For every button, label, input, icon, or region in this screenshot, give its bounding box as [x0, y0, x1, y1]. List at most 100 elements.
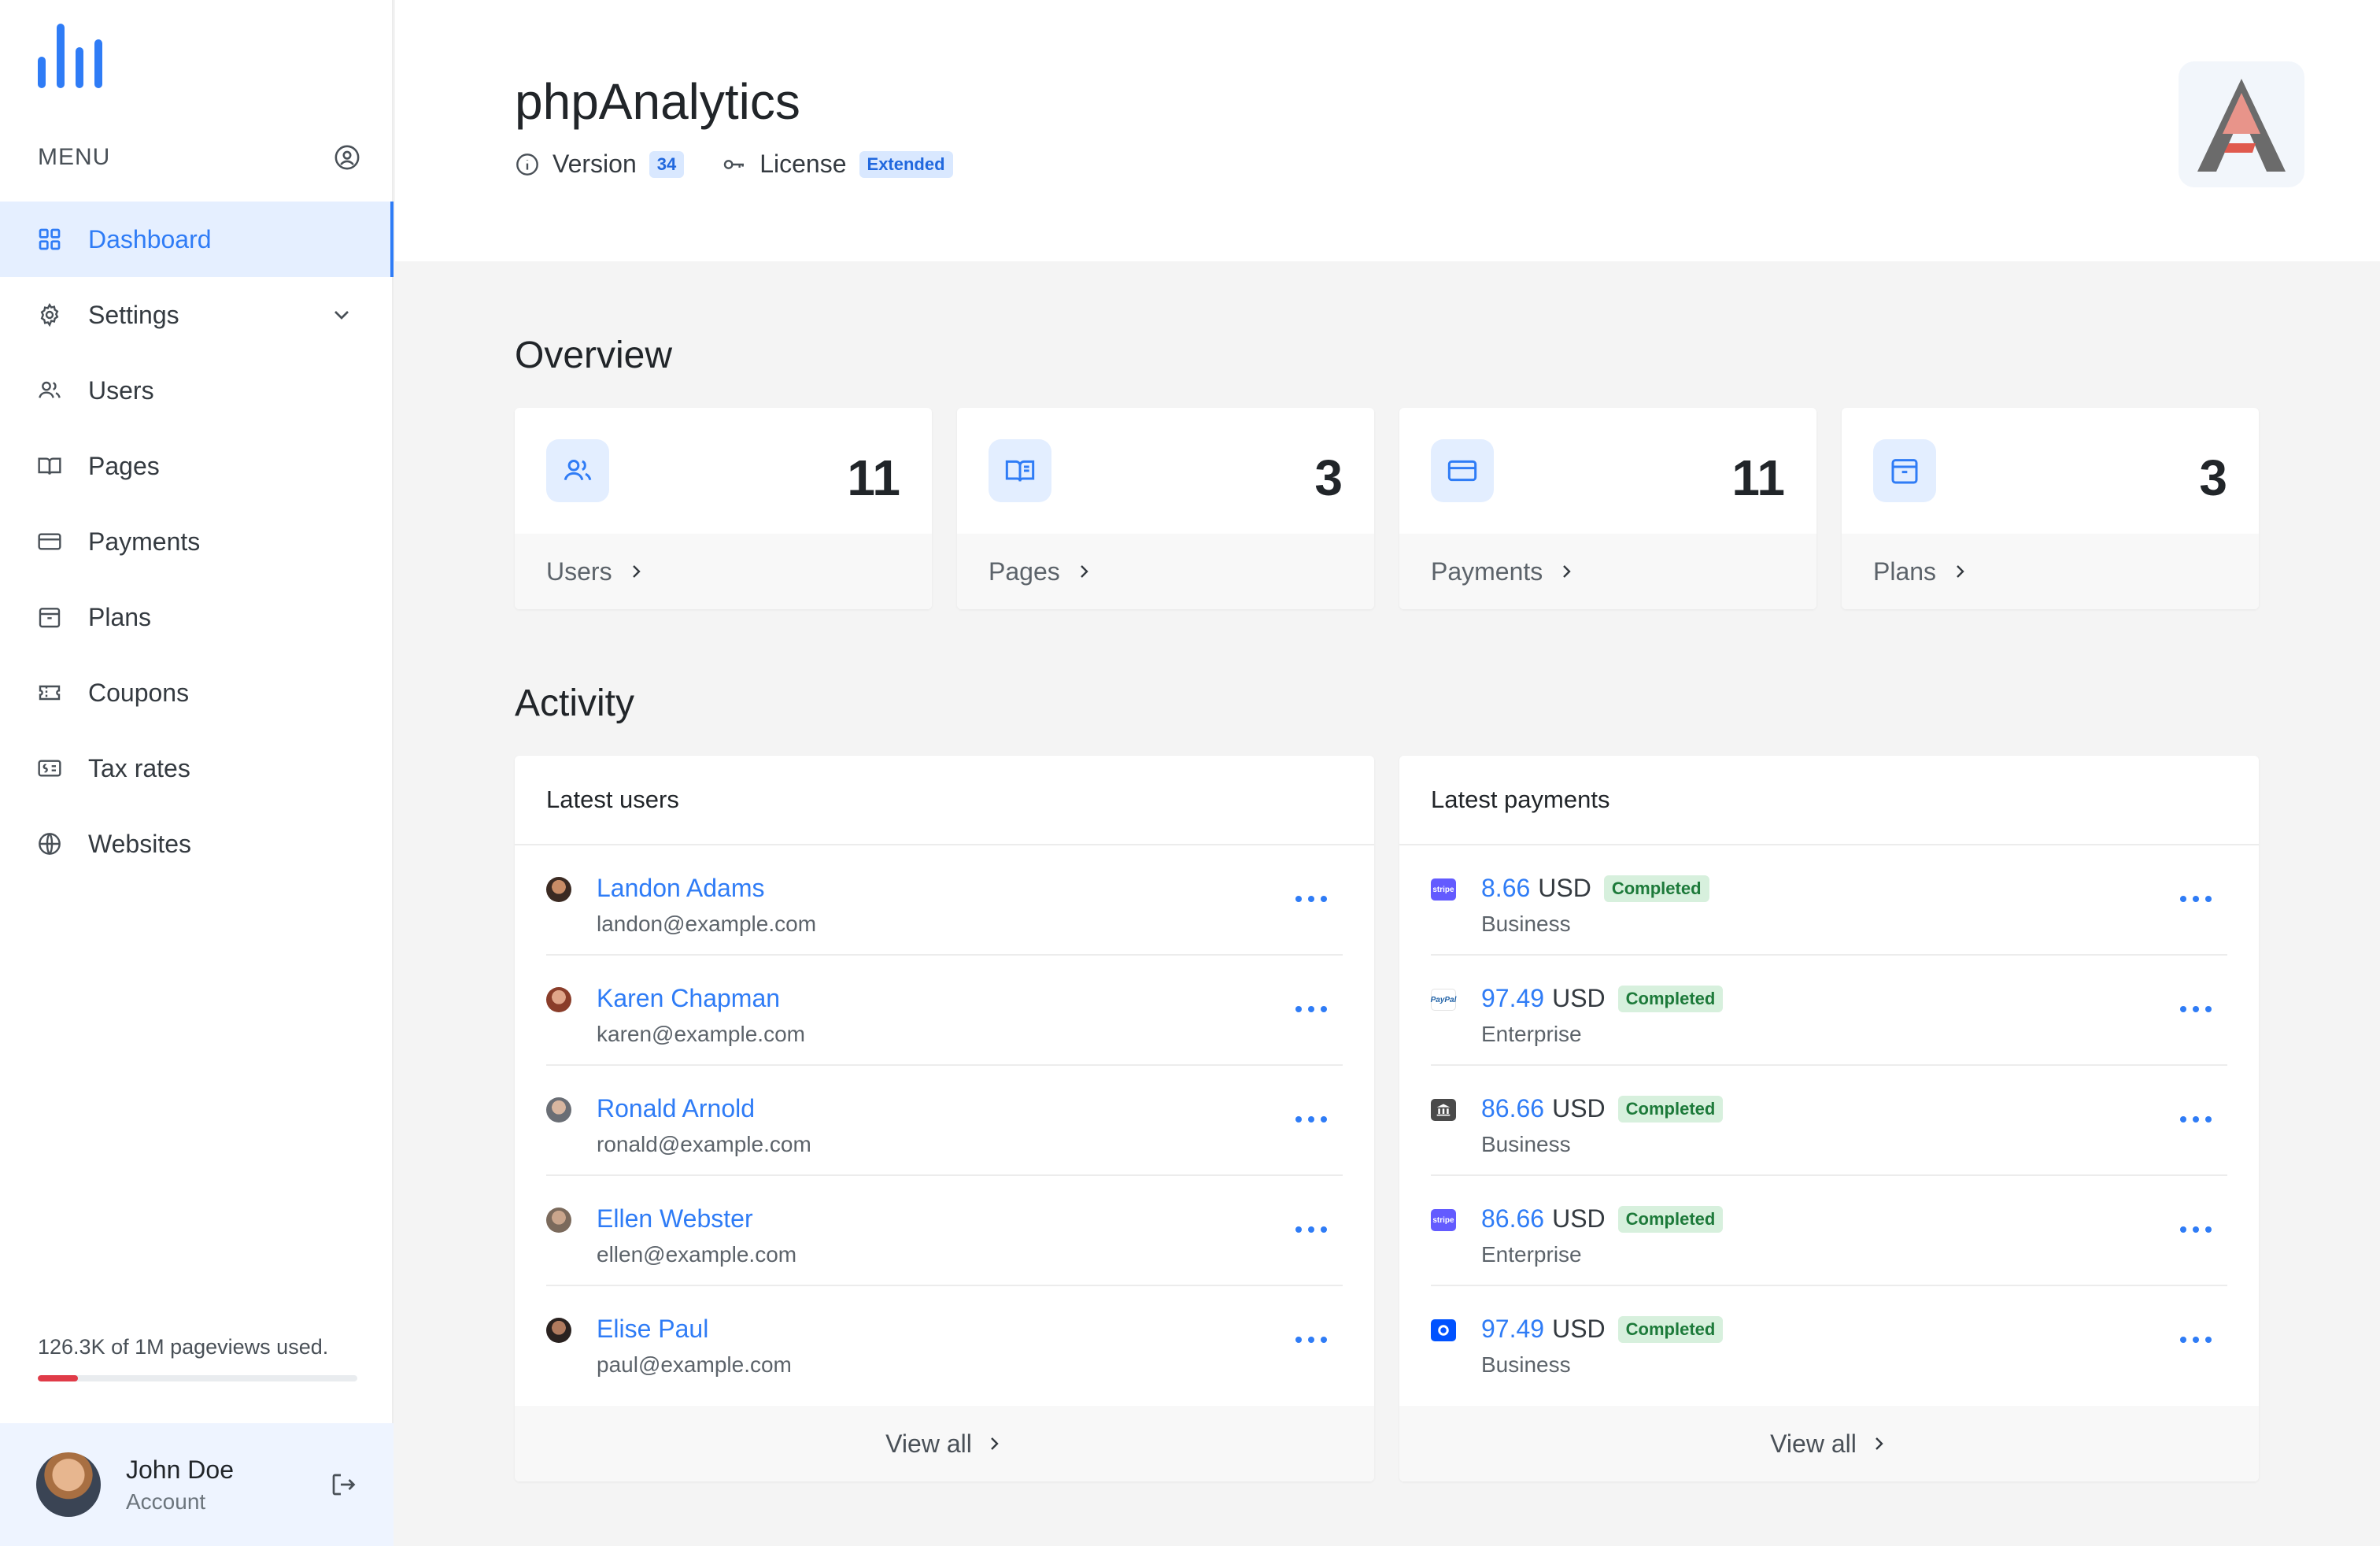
license-label: License — [759, 150, 847, 178]
sidebar-item-settings[interactable]: Settings — [0, 277, 394, 353]
payment-amount: 97.49 — [1481, 1315, 1545, 1343]
avatar — [546, 1208, 571, 1233]
user-name-link[interactable]: Elise Paul — [597, 1315, 708, 1344]
menu-label: MENU — [38, 144, 111, 170]
chevron-down-icon[interactable] — [329, 302, 354, 327]
account-subtitle: Account — [126, 1489, 206, 1514]
chevron-right-icon — [1957, 565, 1964, 578]
list-item: Elise Paul paul@example.com — [546, 1286, 1343, 1396]
more-options-icon[interactable] — [2180, 890, 2212, 908]
sidebar-item-websites[interactable]: Websites — [0, 806, 394, 882]
credit-card-icon — [1431, 439, 1494, 502]
usage-text: 126.3K of 1M pageviews used. — [38, 1335, 329, 1359]
user-name-link[interactable]: Ronald Arnold — [597, 1094, 755, 1123]
view-all-label: View all — [1770, 1429, 1857, 1458]
usage-progress-fill — [38, 1375, 79, 1381]
payment-plan: Business — [1481, 1352, 1571, 1377]
more-options-icon[interactable] — [1295, 1000, 1327, 1019]
stat-link[interactable]: Users — [515, 534, 932, 609]
payment-amount-link[interactable]: 97.49 USD Completed — [1481, 984, 1724, 1013]
user-circle-icon[interactable] — [334, 144, 360, 171]
tax-icon — [36, 755, 63, 782]
user-name-link[interactable]: Landon Adams — [597, 874, 765, 903]
menu-header: MENU — [38, 139, 360, 176]
payment-amount-link[interactable]: 8.66 USD Completed — [1481, 874, 1709, 903]
users-list: Landon Adams landon@example.com Karen Ch… — [515, 845, 1374, 1396]
more-options-icon[interactable] — [2180, 1000, 2212, 1019]
payment-amount-link[interactable]: 86.66 USD Completed — [1481, 1204, 1724, 1233]
chevron-right-icon — [1875, 1437, 1883, 1450]
account-panel[interactable]: John Doe Account — [0, 1423, 394, 1546]
paypal-icon: PayPal — [1431, 989, 1456, 1011]
pageview-usage: 126.3K of 1M pageviews used. — [38, 1335, 357, 1381]
stat-link[interactable]: Plans — [1842, 534, 2259, 609]
more-options-icon[interactable] — [2180, 1220, 2212, 1239]
stat-card-plans[interactable]: 3 Plans — [1842, 408, 2259, 609]
logo-icon[interactable] — [38, 24, 104, 88]
stat-link[interactable]: Payments — [1399, 534, 1816, 609]
sidebar-item-label: Settings — [88, 300, 179, 329]
payment-amount-link[interactable]: 97.49 USD Completed — [1481, 1315, 1724, 1344]
stat-label: Payments — [1431, 557, 1543, 586]
avatar — [546, 987, 571, 1012]
list-item: stripe 86.66 USD Completed Enterprise — [1431, 1176, 2227, 1286]
payment-currency: USD — [1538, 874, 1591, 902]
dashboard-icon — [36, 226, 63, 253]
stat-link[interactable]: Pages — [957, 534, 1374, 609]
sidebar-item-label: Websites — [88, 829, 192, 858]
more-options-icon[interactable] — [2180, 1330, 2212, 1349]
package-icon — [36, 604, 63, 631]
stat-value: 11 — [847, 449, 900, 506]
logout-icon[interactable] — [329, 1470, 357, 1499]
payment-amount: 86.66 — [1481, 1094, 1545, 1123]
avatar — [546, 877, 571, 902]
user-name-link[interactable]: Karen Chapman — [597, 984, 780, 1013]
chevron-right-icon — [632, 565, 641, 578]
book-icon — [989, 439, 1051, 502]
version-label: Version — [552, 150, 637, 178]
credit-card-icon — [36, 528, 63, 555]
coinbase-icon — [1431, 1319, 1456, 1341]
more-options-icon[interactable] — [2180, 1110, 2212, 1129]
sidebar-item-label: Tax rates — [88, 753, 190, 782]
sidebar-item-plans[interactable]: Plans — [0, 579, 394, 655]
user-name-link[interactable]: Ellen Webster — [597, 1204, 753, 1233]
stat-card-pages[interactable]: 3 Pages — [957, 408, 1374, 609]
activity-title: Activity — [515, 682, 635, 724]
more-options-icon[interactable] — [1295, 1330, 1327, 1349]
gear-icon — [36, 301, 63, 328]
users-icon — [546, 439, 609, 502]
sidebar-item-pages[interactable]: Pages — [0, 428, 394, 504]
list-item: Ronald Arnold ronald@example.com — [546, 1066, 1343, 1176]
status-badge: Completed — [1617, 985, 1724, 1012]
stat-value: 11 — [1731, 449, 1785, 506]
view-all-payments-button[interactable]: View all — [1399, 1406, 2259, 1481]
sidebar-item-users[interactable]: Users — [0, 353, 394, 428]
more-options-icon[interactable] — [1295, 890, 1327, 908]
avatar[interactable] — [36, 1452, 101, 1517]
stat-label: Pages — [989, 557, 1060, 586]
sidebar-item-payments[interactable]: Payments — [0, 504, 394, 579]
payment-plan: Business — [1481, 912, 1571, 936]
version-badge: 34 — [649, 150, 685, 178]
version-license-meta: Version 34 License Extended — [515, 150, 953, 179]
payment-currency: USD — [1552, 1094, 1606, 1123]
list-item: 86.66 USD Completed Business — [1431, 1066, 2227, 1176]
account-name: John Doe — [126, 1455, 234, 1484]
payment-amount-link[interactable]: 86.66 USD Completed — [1481, 1094, 1724, 1123]
stat-card-payments[interactable]: 11 Payments — [1399, 408, 1816, 609]
info-icon — [516, 153, 538, 176]
sidebar-item-tax-rates[interactable]: Tax rates — [0, 730, 394, 806]
sidebar-item-coupons[interactable]: Coupons — [0, 655, 394, 730]
view-all-users-button[interactable]: View all — [515, 1406, 1374, 1481]
user-email: landon@example.com — [597, 912, 817, 936]
sidebar-item-label: Pages — [88, 451, 160, 480]
more-options-icon[interactable] — [1295, 1220, 1327, 1239]
sidebar-item-label: Plans — [88, 602, 152, 631]
ticket-icon — [36, 679, 63, 706]
stat-card-users[interactable]: 11 Users — [515, 408, 932, 609]
stripe-icon: stripe — [1431, 1209, 1456, 1231]
sidebar-item-dashboard[interactable]: Dashboard — [0, 202, 394, 277]
more-options-icon[interactable] — [1295, 1110, 1327, 1129]
avatar — [546, 1097, 571, 1123]
